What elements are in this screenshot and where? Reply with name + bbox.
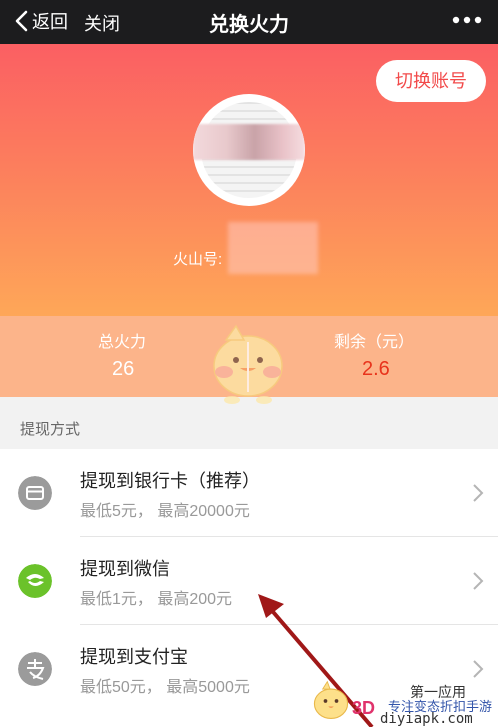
uid-mosaic	[228, 222, 318, 274]
item-limit: 最低5元， 最高20000元	[80, 503, 250, 520]
item-limit: 最低50元， 最高5000元	[80, 679, 250, 696]
chick-logo-icon	[313, 680, 349, 720]
item-title: 提现到微信	[80, 559, 170, 579]
item-title: 提现到支付宝	[80, 647, 188, 667]
withdraw-wechat-item[interactable]: 提现到微信 最低1元， 最高200元	[0, 537, 498, 625]
remaining-value: 2.6	[362, 358, 390, 380]
withdraw-methods-title: 提现方式	[20, 421, 81, 438]
account-header: 切换账号 火山号:	[0, 44, 498, 316]
bank-card-icon	[18, 476, 52, 510]
total-firepower-label: 总火力	[98, 334, 147, 351]
nav-bar: 返回 关闭 兑换火力	[0, 0, 498, 44]
item-limit: 最低1元， 最高200元	[80, 591, 233, 608]
alipay-icon	[18, 652, 52, 686]
chevron-right-icon	[473, 484, 484, 502]
uid-label: 火山号:	[173, 251, 223, 268]
watermark-url: diyiapk.com	[380, 711, 473, 727]
watermark-logo-text: 3D	[352, 698, 376, 718]
wechat-icon	[18, 564, 52, 598]
site-watermark: 3D 第一应用 专注变态折扣手游 diyiapk.com	[300, 670, 498, 727]
avatar-mosaic	[193, 124, 305, 160]
item-title: 提现到银行卡（推荐）	[80, 471, 260, 491]
switch-account-button[interactable]: 切换账号	[376, 60, 486, 102]
chevron-right-icon	[473, 572, 484, 590]
withdraw-bank-card-item[interactable]: 提现到银行卡（推荐） 最低5元， 最高20000元	[0, 449, 498, 537]
avatar[interactable]	[193, 94, 305, 206]
chick-mascot-icon	[213, 324, 283, 404]
total-firepower-value: 26	[112, 358, 135, 380]
remaining-label: 剩余（元）	[334, 334, 415, 351]
page-title: 兑换火力	[209, 14, 289, 36]
more-dots-icon[interactable]	[450, 10, 484, 30]
